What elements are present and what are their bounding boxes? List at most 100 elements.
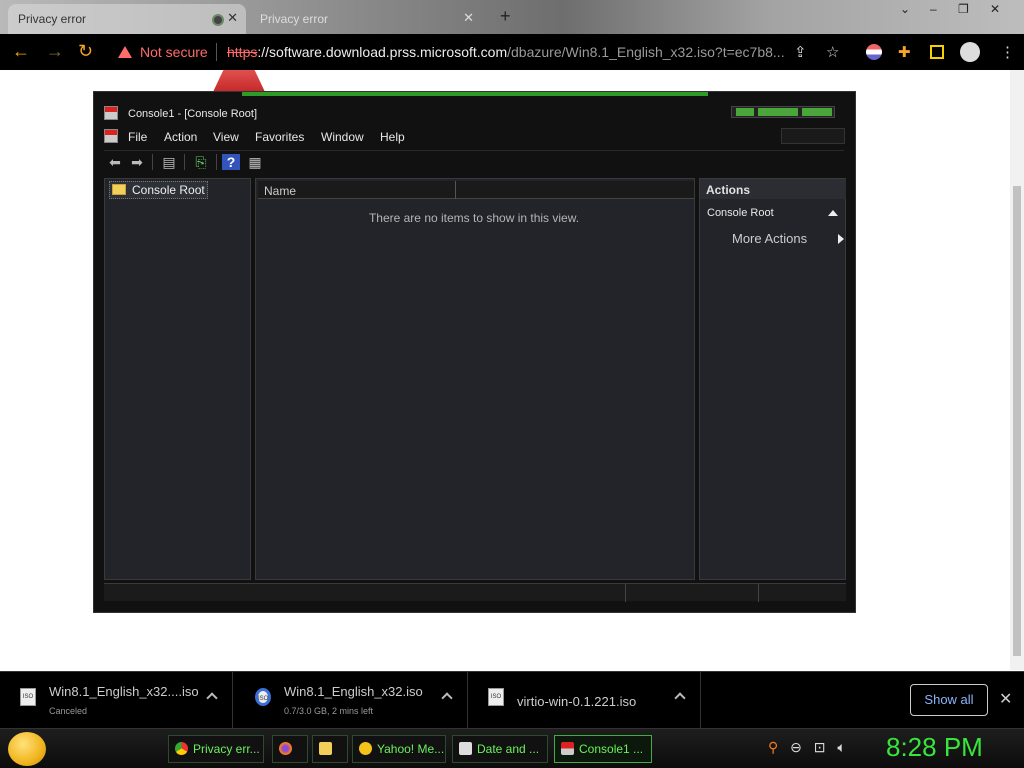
tab-title: Privacy error — [260, 12, 329, 26]
export-list-icon[interactable]: ⎘ — [192, 154, 210, 170]
chrome-icon — [175, 742, 188, 755]
console-tree-pane: Console Root — [104, 178, 251, 580]
extensions-puzzle-icon[interactable]: ✚ — [898, 43, 911, 61]
sidebar-icon[interactable] — [930, 45, 944, 59]
task-date-and-time[interactable]: Date and ... — [452, 735, 548, 763]
tab-close-icon[interactable]: ✕ — [227, 10, 238, 26]
download-item[interactable]: ISO Win8.1_English_x32....iso Canceled — [0, 672, 233, 729]
chevron-up-icon[interactable] — [674, 692, 686, 704]
url-separator — [216, 43, 217, 61]
reload-icon[interactable]: ↻ — [78, 42, 93, 60]
chevron-up-icon[interactable] — [206, 692, 218, 704]
url-host: ://software.download.prss.microsoft.com — [257, 44, 508, 60]
more-actions-item[interactable]: More Actions — [732, 231, 844, 246]
mmc-maximize-button[interactable] — [758, 108, 798, 116]
show-all-button[interactable]: Show all — [910, 684, 988, 716]
task-explorer[interactable] — [312, 735, 348, 763]
forward-icon[interactable]: → — [46, 42, 64, 60]
task-chrome[interactable]: Privacy err... — [168, 735, 264, 763]
chevron-up-icon[interactable] — [441, 692, 453, 704]
iso-file-progress-icon: ISO — [255, 688, 271, 706]
bookmark-star-icon[interactable]: ☆ — [826, 43, 839, 61]
mdi-window-controls[interactable] — [781, 128, 845, 144]
downloads-shelf: ISO Win8.1_English_x32....iso Canceled I… — [0, 671, 1024, 729]
scrollbar-thumb[interactable] — [1013, 186, 1021, 656]
tab-privacy-error[interactable]: Privacy error ✕ — [250, 4, 482, 34]
new-tab-button[interactable]: + — [500, 6, 511, 27]
mmc-close-button[interactable] — [802, 108, 832, 116]
back-icon[interactable]: ← — [12, 42, 30, 60]
mmc-window-controls — [731, 106, 835, 118]
forward-arrow-icon[interactable]: ➡ — [128, 154, 146, 170]
collapse-up-icon[interactable] — [828, 210, 838, 216]
download-status: Canceled — [49, 706, 88, 716]
download-item[interactable]: ISO Win8.1_English_x32.iso 0.7/3.0 GB, 2… — [235, 672, 468, 729]
minus-circle-icon[interactable]: ⊖ — [790, 739, 802, 755]
results-pane: Name There are no items to show in this … — [255, 178, 695, 580]
column-header-name[interactable]: Name — [258, 181, 456, 199]
security-label: Not secure — [140, 44, 208, 60]
address-bar[interactable]: https://software.download.prss.microsoft… — [227, 44, 785, 60]
minimize-button[interactable]: – — [930, 2, 937, 16]
page-scrollbar[interactable] — [1010, 70, 1024, 670]
list-header: Name — [258, 181, 694, 199]
tree-item-console-root[interactable]: Console Root — [109, 181, 208, 199]
help-icon[interactable]: ? — [222, 154, 240, 170]
maximize-button[interactable]: ❐ — [958, 2, 969, 16]
security-indicator[interactable]: Not secure — [118, 44, 208, 60]
download-filename: virtio-win-0.1.221.iso — [517, 694, 637, 709]
system-tray: ⚲ ⊖ ⊡ 🔈︎ — [768, 739, 854, 756]
mmc-icon — [561, 742, 574, 755]
task-label: Yahoo! Me... — [377, 742, 445, 756]
task-firefox[interactable] — [272, 735, 308, 763]
menu-window[interactable]: Window — [321, 130, 364, 144]
start-button-icon[interactable] — [8, 732, 46, 766]
profile-avatar-icon[interactable] — [960, 42, 980, 62]
menu-view[interactable]: View — [213, 130, 239, 144]
mmc-toolbar: ⬅ ➡ ▤ ⎘ ? ▦ — [104, 150, 844, 174]
taskbar: Privacy err... Yahoo! Me... Date and ...… — [0, 728, 1024, 768]
browser-toolbar: ← → ↻ Not secure https://software.downlo… — [0, 34, 1024, 70]
mmc-title: Console1 - [Console Root] — [128, 108, 258, 120]
taskbar-clock[interactable]: 8:28 PM — [886, 732, 983, 763]
task-yahoo-messenger[interactable]: Yahoo! Me... — [352, 735, 446, 763]
volume-icon[interactable]: 🔈︎ — [837, 739, 845, 755]
url-path: /dbazure/Win8.1_English_x32.iso?t=ec7b8.… — [507, 44, 785, 60]
submenu-arrow-icon — [838, 234, 844, 244]
mmc-status-bar — [104, 583, 846, 602]
task-console1[interactable]: Console1 ... — [554, 735, 652, 763]
show-hide-action-pane-icon[interactable]: ▦ — [246, 154, 264, 170]
search-icon[interactable]: ⚲ — [768, 739, 778, 755]
extension-flag-icon[interactable] — [866, 44, 882, 60]
network-icon[interactable]: ⊡ — [814, 739, 826, 755]
toolbar-separator — [184, 154, 185, 170]
iso-file-icon: ISO — [488, 688, 504, 706]
menu-favorites[interactable]: Favorites — [255, 130, 304, 144]
actions-header: Actions — [700, 179, 846, 199]
download-filename: Win8.1_English_x32....iso — [49, 684, 199, 699]
tab-title: Privacy error — [18, 12, 87, 26]
close-window-button[interactable]: ✕ — [990, 2, 1000, 16]
tab-search-icon[interactable]: ⌄ — [900, 2, 910, 16]
iso-file-icon: ISO — [20, 688, 36, 706]
menu-kebab-icon[interactable]: ⋮ — [1000, 43, 1015, 61]
share-icon[interactable]: ⇪ — [794, 43, 807, 61]
close-downloads-icon[interactable]: ✕ — [999, 689, 1012, 709]
download-item[interactable]: ISO virtio-win-0.1.221.iso — [468, 672, 701, 729]
mmc-minimize-button[interactable] — [736, 108, 754, 116]
tab-privacy-error-active[interactable]: Privacy error ✕ — [8, 4, 246, 34]
back-arrow-icon[interactable]: ⬅ — [106, 154, 124, 170]
menu-action[interactable]: Action — [164, 130, 197, 144]
mdi-child-icon[interactable] — [104, 129, 118, 143]
mmc-app-icon[interactable] — [104, 106, 118, 120]
menu-help[interactable]: Help — [380, 130, 405, 144]
mmc-title-bar[interactable]: Console1 - [Console Root] — [104, 106, 257, 120]
show-hide-tree-icon[interactable]: ▤ — [160, 154, 178, 170]
menu-file[interactable]: File — [128, 130, 147, 144]
mmc-window: Console1 - [Console Root] File Action Vi… — [93, 91, 856, 613]
tab-close-icon[interactable]: ✕ — [463, 10, 474, 26]
more-actions-label: More Actions — [732, 231, 808, 246]
tree-item-label: Console Root — [132, 183, 205, 197]
actions-section-console-root[interactable]: Console Root — [700, 207, 846, 223]
empty-list-message: There are no items to show in this view. — [368, 211, 580, 225]
